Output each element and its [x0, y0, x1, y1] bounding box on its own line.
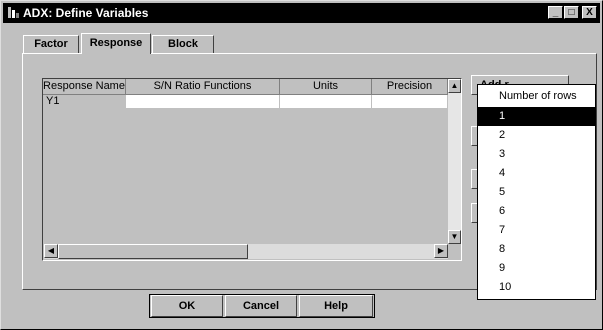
menu-item-1[interactable]: 1 — [478, 107, 595, 126]
column-header-precision[interactable]: Precision — [372, 79, 448, 95]
column-header-sn-ratio[interactable]: S/N Ratio Functions — [126, 79, 280, 95]
menu-title: Number of rows — [499, 90, 577, 102]
horizontal-scrollbar[interactable]: ◀ ▶ — [44, 244, 448, 259]
menu-item-2[interactable]: 2 — [478, 126, 595, 145]
maximize-button[interactable]: □ — [564, 6, 579, 19]
scroll-up-icon[interactable]: ▲ — [448, 79, 461, 93]
tab-response-label: Response — [89, 37, 143, 49]
tab-factor[interactable]: Factor — [23, 35, 79, 54]
menu-item-5[interactable]: 5 — [478, 183, 595, 202]
ok-button[interactable]: OK — [151, 295, 223, 317]
window-title: ADX: Define Variables — [23, 6, 149, 20]
cell-units[interactable] — [280, 95, 372, 109]
menu-item-9[interactable]: 9 — [478, 259, 595, 278]
scroll-right-icon[interactable]: ▶ — [434, 244, 448, 258]
menu-item-6[interactable]: 6 — [478, 202, 595, 221]
column-header-response-name[interactable]: Response Name — [43, 79, 126, 95]
cell-response-name[interactable]: Y1 — [43, 95, 126, 109]
app-icon — [8, 7, 19, 18]
close-button[interactable]: X — [582, 6, 597, 19]
tab-factor-label: Factor — [34, 38, 68, 50]
tab-block-label: Block — [168, 38, 198, 50]
tab-block[interactable]: Block — [152, 35, 214, 54]
number-of-rows-menu: Number of rows 1 2 3 4 5 6 7 8 9 10 — [477, 84, 596, 300]
horizontal-scroll-thumb[interactable] — [58, 244, 248, 259]
footer-button-group: OK Cancel Help — [149, 294, 375, 318]
vertical-scrollbar[interactable]: ▲ ▼ — [448, 79, 461, 244]
response-grid[interactable]: Response Name S/N Ratio Functions Units … — [42, 78, 462, 261]
cell-precision[interactable] — [372, 95, 448, 109]
menu-item-3[interactable]: 3 — [478, 145, 595, 164]
cancel-button[interactable]: Cancel — [225, 295, 297, 317]
column-header-units[interactable]: Units — [280, 79, 372, 95]
menu-item-10[interactable]: 10 — [478, 278, 595, 297]
tab-response[interactable]: Response — [81, 33, 151, 54]
scroll-left-icon[interactable]: ◀ — [44, 244, 58, 258]
help-button[interactable]: Help — [299, 295, 373, 317]
menu-item-7[interactable]: 7 — [478, 221, 595, 240]
title-bar[interactable]: ADX: Define Variables _ □ X — [3, 3, 600, 23]
menu-item-8[interactable]: 8 — [478, 240, 595, 259]
menu-item-4[interactable]: 4 — [478, 164, 595, 183]
scroll-down-icon[interactable]: ▼ — [448, 230, 461, 244]
minimize-button[interactable]: _ — [548, 6, 563, 19]
cell-sn-ratio[interactable] — [126, 95, 280, 109]
